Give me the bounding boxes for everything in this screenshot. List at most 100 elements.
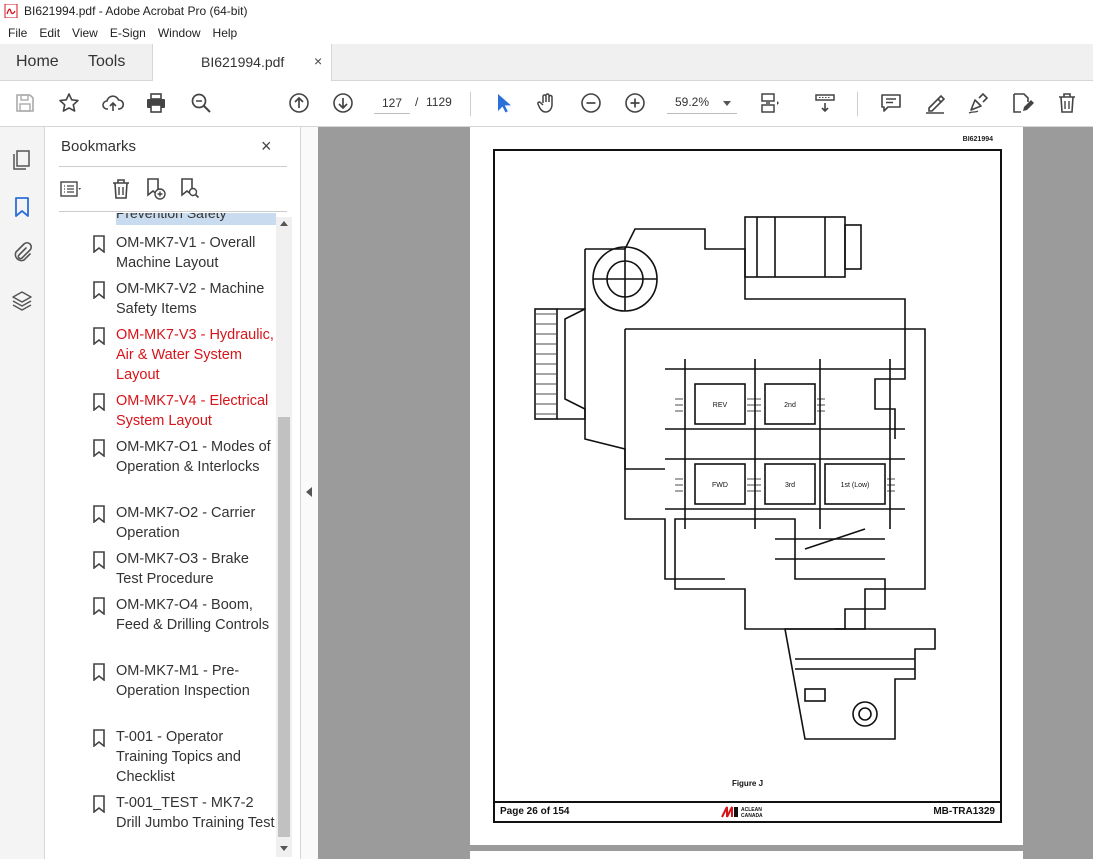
bookmark-item[interactable]: OM-MK7-O1 - Modes of Operation & Interlo…: [90, 437, 276, 497]
gear-label-3rd: 3rd: [785, 482, 795, 489]
gear-label-fwd: FWD: [712, 482, 728, 489]
find-bookmark-icon[interactable]: [177, 177, 201, 201]
toolbar-divider: [470, 92, 471, 116]
collapse-left-arrow-icon[interactable]: [306, 487, 312, 497]
zoom-level-dropdown[interactable]: 59.2%: [667, 92, 737, 114]
menu-edit[interactable]: Edit: [33, 26, 66, 40]
bookmark-item-label: T-001_TEST - MK7-2 Drill Jumbo Training …: [116, 795, 275, 831]
transmission-cross-section-drawing: REV 2nd FWD 3rd 1st (Low): [534, 216, 936, 740]
page-fit-icon[interactable]: [757, 91, 781, 115]
menu-bar: File Edit View E-Sign Window Help: [0, 22, 1093, 44]
comment-icon[interactable]: [879, 91, 903, 115]
bookmark-item[interactable]: T-001 - Operator Training Topics and Che…: [90, 727, 276, 787]
bookmarks-panel-title: Bookmarks: [61, 138, 137, 155]
bookmark-ribbon-icon: [93, 235, 105, 253]
close-tab-icon[interactable]: ×: [314, 53, 322, 69]
footer-document-ref: MB-TRA1329: [933, 806, 995, 817]
bookmark-item-label: OM-MK7-V4 - Electrical System Layout: [116, 393, 269, 429]
menu-view[interactable]: View: [66, 26, 104, 40]
print-icon[interactable]: [144, 91, 168, 115]
bookmark-item[interactable]: OM-MK7-V1 - Overall Machine Layout: [90, 233, 276, 273]
footer-rule: [495, 801, 1000, 803]
save-icon[interactable]: [13, 91, 37, 115]
document-id-label: BI621994: [962, 136, 993, 143]
bookmark-item-label: Prevention Safety: [116, 213, 227, 221]
star-icon[interactable]: [57, 91, 81, 115]
zoom-level-value: 59.2%: [675, 95, 710, 109]
bookmark-ribbon-icon: [93, 597, 105, 615]
bookmark-ribbon-icon: [93, 327, 105, 345]
tab-tools[interactable]: Tools: [88, 44, 125, 80]
delete-bookmark-icon[interactable]: [109, 177, 133, 201]
bookmark-item-label: OM-MK7-O2 - Carrier Operation: [116, 505, 256, 541]
bookmark-ribbon-icon: [93, 505, 105, 523]
bookmark-ribbon-icon: [93, 393, 105, 411]
tab-document-name: BI621994.pdf: [201, 54, 285, 70]
menu-esign[interactable]: E-Sign: [104, 26, 152, 40]
sign-pen-icon[interactable]: [966, 91, 990, 115]
document-viewer[interactable]: BI621994 REV 2nd FWD 3rd 1st (Low) Figur…: [318, 127, 1093, 859]
maclean-canada-logo: ACLEAN CANADA: [721, 806, 763, 819]
bookmark-item-label: T-001 - Operator Training Topics and Che…: [116, 729, 241, 785]
bookmark-item[interactable]: OM-MK7-V4 - Electrical System Layout: [90, 391, 276, 431]
zoom-out-icon[interactable]: [579, 91, 603, 115]
scroll-up-arrow-icon[interactable]: [280, 221, 288, 226]
bookmark-item[interactable]: OM-MK7-M1 - Pre-Operation Inspection: [90, 661, 276, 721]
acrobat-pdf-icon: [4, 4, 18, 18]
layers-icon[interactable]: [10, 289, 34, 313]
zoom-search-icon[interactable]: [189, 91, 213, 115]
window-title: BI621994.pdf - Adobe Acrobat Pro (64-bit…: [24, 4, 248, 18]
select-cursor-icon[interactable]: [491, 91, 515, 115]
bookmark-item[interactable]: OM-MK7-O4 - Boom, Feed & Drilling Contro…: [90, 595, 276, 655]
bookmark-item[interactable]: OM-MK7-V2 - Machine Safety Items: [90, 279, 276, 319]
bookmark-item[interactable]: T-001_TEST - MK7-2 Drill Jumbo Training …: [90, 793, 276, 853]
gear-label-1st-low: 1st (Low): [841, 482, 870, 489]
left-navigation-rail: [0, 127, 45, 859]
bookmark-item[interactable]: OM-MK7-O3 - Brake Test Procedure: [90, 549, 276, 589]
bookmark-item-label: OM-MK7-O3 - Brake Test Procedure: [116, 551, 249, 587]
upload-cloud-icon[interactable]: [101, 91, 125, 115]
close-panel-icon[interactable]: ×: [261, 136, 272, 157]
bookmark-item-label: OM-MK7-V1 - Overall Machine Layout: [116, 235, 256, 271]
bookmarks-scrollbar[interactable]: [276, 217, 292, 857]
current-page-input[interactable]: [374, 92, 410, 114]
previous-page-icon[interactable]: [287, 91, 311, 115]
page-thumbnails-icon[interactable]: [10, 148, 34, 172]
menu-help[interactable]: Help: [207, 26, 244, 40]
gear-label-2nd: 2nd: [784, 402, 796, 409]
next-page-icon[interactable]: [331, 91, 355, 115]
bookmark-item-label: OM-MK7-V3 - Hydraulic, Air & Water Syste…: [116, 327, 274, 383]
edit-pdf-icon[interactable]: [1010, 91, 1034, 115]
attachment-paperclip-icon[interactable]: [10, 241, 34, 265]
menu-window[interactable]: Window: [152, 26, 207, 40]
scroll-mode-icon[interactable]: [813, 91, 837, 115]
scrollbar-thumb[interactable]: [278, 417, 290, 837]
chevron-down-icon: [723, 101, 731, 106]
footer-page-number: Page 26 of 154: [500, 806, 570, 817]
scroll-down-arrow-icon[interactable]: [280, 846, 288, 851]
next-pdf-page: [470, 851, 1023, 859]
toolbar-divider: [857, 92, 858, 116]
bookmark-ribbon-icon: [93, 729, 105, 747]
tab-home[interactable]: Home: [16, 44, 59, 80]
hand-tool-icon[interactable]: [535, 91, 559, 115]
menu-file[interactable]: File: [2, 26, 33, 40]
panel-divider: [59, 166, 287, 167]
bookmark-item[interactable]: OM-MK7-V3 - Hydraulic, Air & Water Syste…: [90, 325, 276, 385]
zoom-in-icon[interactable]: [623, 91, 647, 115]
panel-collapse-handle[interactable]: [300, 127, 318, 859]
bookmark-item-label: OM-MK7-V2 - Machine Safety Items: [116, 281, 265, 317]
tab-bar: Home Tools BI621994.pdf ×: [0, 44, 1093, 81]
bookmarks-toolbar: [59, 175, 287, 205]
bookmark-panel-icon[interactable]: [10, 195, 34, 219]
new-bookmark-icon[interactable]: [143, 177, 167, 201]
bookmark-item[interactable]: OM-MK7-O2 - Carrier Operation: [90, 503, 276, 543]
bookmark-item-label: OM-MK7-M1 - Pre-Operation Inspection: [116, 663, 250, 699]
tab-document[interactable]: BI621994.pdf ×: [152, 44, 332, 81]
bookmark-ribbon-icon: [93, 663, 105, 681]
bookmark-item-label: OM-MK7-O4 - Boom, Feed & Drilling Contro…: [116, 597, 270, 633]
highlight-pen-icon[interactable]: [923, 91, 947, 115]
bookmark-options-icon[interactable]: [59, 177, 83, 201]
delete-trash-icon[interactable]: [1055, 91, 1079, 115]
bookmark-item-partial[interactable]: Prevention Safety: [116, 213, 276, 225]
